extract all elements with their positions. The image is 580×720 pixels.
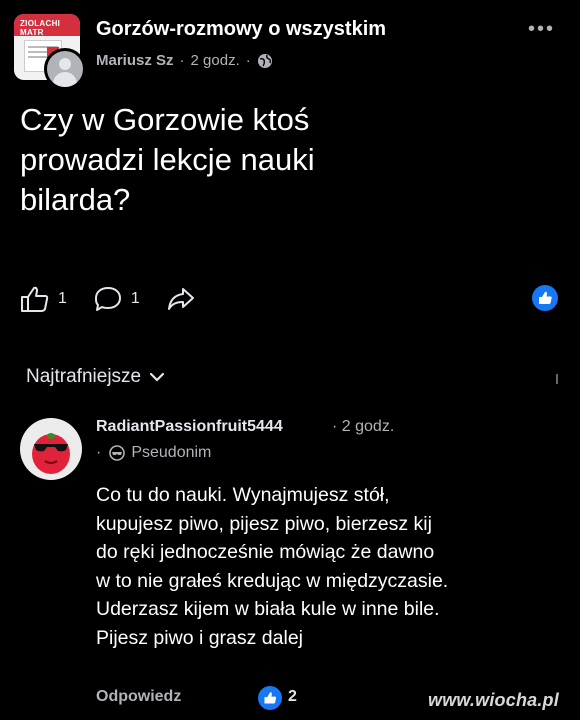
commenter-avatar[interactable] bbox=[20, 418, 82, 480]
meta-separator: · bbox=[245, 52, 251, 69]
share-button[interactable] bbox=[166, 285, 196, 313]
post-author[interactable]: Mariusz Sz bbox=[96, 52, 174, 69]
post-text: Czy w Gorzowie ktoś prowadzi lekcje nauk… bbox=[20, 102, 315, 217]
globe-icon bbox=[257, 53, 272, 68]
chevron-down-icon bbox=[150, 372, 165, 382]
thumbs-up-icon bbox=[21, 286, 49, 312]
author-avatar[interactable] bbox=[44, 48, 86, 90]
comment-sort-label: Najtrafniejsze bbox=[26, 366, 142, 387]
commenter-name[interactable]: RadiantPassionfruit5444 bbox=[96, 418, 283, 436]
comment-like-icon[interactable] bbox=[258, 686, 282, 710]
watermark: www.wiocha.pl bbox=[428, 690, 559, 710]
mask-icon bbox=[109, 445, 126, 461]
like-count: 1 bbox=[58, 290, 67, 307]
group-avatar-text: ZIOLACHI MATR bbox=[20, 19, 61, 37]
like-button[interactable]: 1 bbox=[20, 285, 67, 313]
pseudonym-label: Pseudonim bbox=[131, 444, 212, 461]
comment-pseudonym: · Pseudonim bbox=[96, 444, 212, 461]
post-meta: Mariusz Sz · 2 godz. · bbox=[96, 52, 273, 69]
group-name[interactable]: Gorzów-rozmowy o wszystkim bbox=[96, 18, 386, 41]
more-options-icon[interactable]: ••• bbox=[528, 18, 555, 41]
post-time[interactable]: 2 godz. bbox=[191, 52, 240, 69]
comment-icon bbox=[94, 287, 121, 311]
comment-sort-button[interactable]: Najtrafniejsze bbox=[26, 366, 165, 388]
reply-button[interactable]: Odpowiedz bbox=[96, 688, 181, 706]
comment-like-count: 2 bbox=[288, 688, 297, 705]
comment-count: 1 bbox=[130, 290, 140, 307]
comment-text: Co tu do nauki. Wynajmujesz stół, kupuje… bbox=[96, 484, 449, 649]
share-icon bbox=[167, 288, 194, 310]
comment-time: · 2 godz. bbox=[332, 418, 395, 435]
post-actions: 1 1 bbox=[20, 284, 222, 314]
meta-separator: · bbox=[179, 52, 185, 69]
comment-button[interactable]: 1 bbox=[93, 285, 140, 313]
like-reaction-icon[interactable] bbox=[532, 285, 558, 311]
scrollbar[interactable] bbox=[556, 374, 558, 384]
